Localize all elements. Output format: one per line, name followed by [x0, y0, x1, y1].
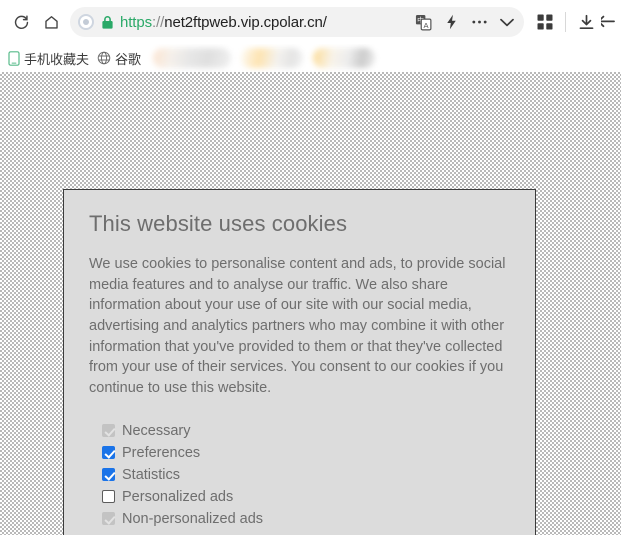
url-scheme: https [120, 13, 153, 31]
cookie-dialog-title: This website uses cookies [89, 211, 348, 236]
more-options-icon[interactable] [465, 9, 493, 35]
reader-bolt-icon[interactable] [437, 9, 465, 35]
cookie-dialog-body: We use cookies to personalise content an… [89, 256, 506, 396]
lock-icon[interactable] [101, 15, 114, 30]
bookmarks-bar: 手机收藏夫 谷歌 [0, 44, 621, 72]
cookie-options-list: Necessary Preferences Statistics Persona… [102, 420, 510, 529]
checkbox-statistics[interactable] [102, 468, 115, 482]
cookie-option-label[interactable]: Personalized ads [122, 489, 233, 505]
download-icon[interactable] [571, 7, 601, 37]
cookie-consent-dialog: This website uses cookies We use cookies… [63, 189, 536, 535]
cookie-option-label[interactable]: Preferences [122, 445, 200, 461]
browser-toolbar: https://net2ftpweb.vip.cpolar.cn/ 中 A [0, 0, 621, 44]
cookie-option-necessary: Necessary [102, 420, 510, 441]
bookmark-item-redacted[interactable] [241, 48, 304, 68]
url-text: https://net2ftpweb.vip.cpolar.cn/ [120, 14, 409, 31]
cookie-option-label: Necessary [122, 422, 191, 439]
address-bar[interactable]: https://net2ftpweb.vip.cpolar.cn/ 中 A [70, 7, 524, 37]
home-icon[interactable] [36, 7, 66, 37]
cookie-option-statistics[interactable]: Statistics [102, 464, 510, 485]
checkbox-necessary [102, 424, 115, 438]
chevron-down-icon[interactable] [493, 9, 521, 35]
url-separator: :// [152, 13, 165, 31]
page-viewport: This website uses cookies We use cookies… [0, 72, 621, 535]
cookie-option-personalized-ads[interactable]: Personalized ads [102, 486, 510, 507]
bookmark-item-phone-favorites[interactable]: 手机收藏夫 [6, 47, 95, 69]
bookmark-item-redacted[interactable] [153, 48, 232, 68]
cookie-option-non-personalized-ads: Non-personalized ads [102, 508, 510, 529]
cookie-option-label[interactable]: Statistics [122, 467, 180, 483]
share-back-arrow-icon[interactable] [601, 7, 617, 37]
translate-icon[interactable]: 中 A [409, 9, 437, 35]
page-info-dot-icon[interactable] [78, 14, 94, 30]
bookmark-label: 手机收藏夫 [24, 51, 90, 67]
cookie-option-label: Non-personalized ads [122, 510, 264, 527]
toolbar-divider [565, 12, 566, 32]
reload-icon[interactable] [6, 7, 36, 37]
phone-icon [8, 50, 20, 66]
browser-chrome: https://net2ftpweb.vip.cpolar.cn/ 中 A [0, 0, 621, 72]
bookmark-item-redacted[interactable] [313, 48, 376, 68]
checkbox-personalized-ads[interactable] [102, 490, 115, 504]
checkbox-preferences[interactable] [102, 446, 115, 460]
apps-grid-icon[interactable] [530, 7, 560, 37]
bookmark-label: 谷歌 [115, 51, 142, 67]
checkbox-non-personalized-ads [102, 512, 115, 526]
globe-icon [97, 51, 111, 65]
bookmark-item-google[interactable]: 谷歌 [95, 47, 147, 69]
url-host: net2ftpweb.vip.cpolar.cn/ [164, 13, 327, 31]
cookie-option-preferences[interactable]: Preferences [102, 442, 510, 463]
